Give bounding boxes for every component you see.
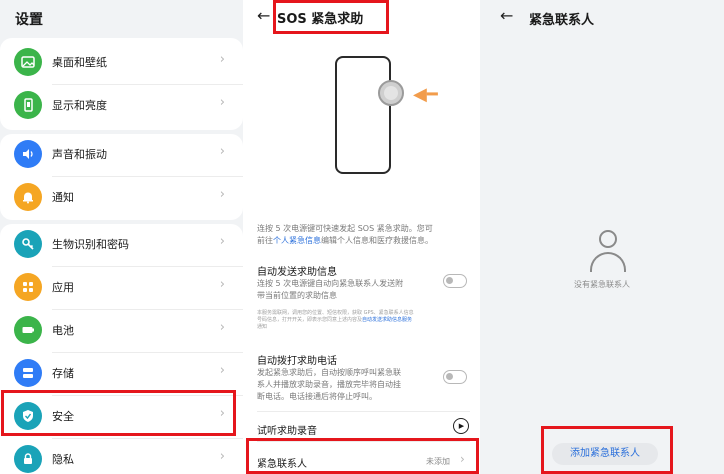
contacts-panel: ← 紧急联系人 没有紧急联系人 添加紧急联系人 — [480, 0, 724, 474]
divider — [257, 441, 470, 442]
back-arrow-icon[interactable]: ← — [500, 6, 513, 25]
key-icon — [14, 230, 42, 258]
sos-intro-line-1: 连按 5 次电源键可快速发起 SOS 紧急求助。您可 — [257, 224, 433, 233]
settings-item-label: 通知 — [52, 191, 74, 204]
settings-group-system: 生物识别和密码 › 应用 › 电池 › 存储 › 安全 › 隐私 › — [0, 224, 243, 474]
divider — [257, 411, 470, 412]
settings-panel: 设置 桌面和壁纸 › 显示和亮度 › 声音和振动 › 通知 › 生物识别和密码 … — [0, 0, 243, 474]
settings-item-privacy[interactable]: 隐私 › — [0, 439, 243, 474]
settings-item-security[interactable]: 安全 › — [0, 396, 243, 438]
phone-illustration — [335, 56, 391, 174]
settings-item-label: 桌面和壁纸 — [52, 56, 107, 69]
auto-call-toggle[interactable] — [443, 370, 467, 384]
settings-group-sound: 声音和振动 › 通知 › — [0, 134, 243, 220]
auto-call-desc: 发起紧急求助后，自动按顺序呼叫紧急联 系人并播放求助录音，播放完毕将自动挂 断电… — [257, 367, 447, 403]
settings-item-label: 安全 — [52, 410, 74, 423]
settings-item-display[interactable]: 显示和亮度 › — [0, 85, 243, 127]
listen-recording-label[interactable]: 试听求助录音 — [257, 422, 317, 437]
chevron-right-icon: › — [219, 277, 225, 292]
power-button-icon — [378, 80, 404, 106]
sos-panel: ← SOS 紧急求助 ◀━ 连按 5 次电源键可快速发起 SOS 紧急求助。您可… — [243, 0, 480, 474]
settings-item-label: 隐私 — [52, 453, 74, 466]
bell-icon — [14, 183, 42, 211]
settings-item-battery[interactable]: 电池 › — [0, 310, 243, 352]
auto-call-desc-line-2: 系人并播放求助录音，播放完毕将自动挂 — [257, 380, 401, 389]
add-emergency-contact-button[interactable]: 添加紧急联系人 — [552, 443, 658, 465]
shield-icon — [14, 402, 42, 430]
settings-group-display: 桌面和壁纸 › 显示和亮度 › — [0, 38, 243, 130]
settings-item-label: 存储 — [52, 367, 74, 380]
chevron-right-icon: › — [460, 452, 465, 466]
settings-title: 设置 — [15, 12, 43, 28]
settings-item-storage[interactable]: 存储 › — [0, 353, 243, 395]
play-icon[interactable]: ▶ — [453, 418, 469, 434]
chevron-right-icon: › — [219, 406, 225, 421]
auto-send-toggle[interactable] — [443, 274, 467, 288]
sos-intro-suffix: 编辑个人信息和医疗救援信息。 — [321, 236, 433, 245]
personal-emergency-info-link[interactable]: 个人紧急信息 — [273, 236, 321, 245]
auto-call-desc-line-3: 断电话。电话接通后将停止呼叫。 — [257, 392, 377, 401]
person-icon — [590, 230, 626, 274]
auto-send-desc-line-2: 带当前位置的求助信息 — [257, 291, 337, 300]
auto-send-desc-line-1: 连按 5 次电源键自动向紧急联系人发送附 — [257, 279, 404, 288]
phone-display-icon — [14, 91, 42, 119]
storage-icon — [14, 359, 42, 387]
sos-intro-prefix: 前往 — [257, 236, 273, 245]
apps-grid-icon — [14, 273, 42, 301]
fine-print-text: 号码信息，打开开关，即表示您同意上述内容及 — [257, 317, 363, 323]
arrow-left-icon: ◀━ — [413, 84, 438, 105]
fine-print-link[interactable]: 自动发送求助信息服务 — [362, 317, 412, 323]
settings-item-biometrics[interactable]: 生物识别和密码 › — [0, 224, 243, 266]
fine-print-line-2: 号码信息，打开开关，即表示您同意上述内容及自动发送求助信息服务 — [257, 317, 467, 324]
settings-item-apps[interactable]: 应用 › — [0, 267, 243, 309]
settings-item-notifications[interactable]: 通知 › — [0, 177, 243, 219]
chevron-right-icon: › — [219, 234, 225, 249]
battery-icon — [14, 316, 42, 344]
page-title: SOS 紧急求助 — [277, 12, 364, 27]
settings-item-label: 应用 — [52, 281, 74, 294]
empty-state-text: 没有紧急联系人 — [574, 280, 630, 289]
back-arrow-icon[interactable]: ← — [257, 6, 270, 25]
emergency-contacts-label[interactable]: 紧急联系人 — [257, 455, 307, 470]
auto-call-desc-line-1: 发起紧急求助后，自动按顺序呼叫紧急联 — [257, 368, 401, 377]
emergency-contacts-value: 未添加 — [426, 457, 450, 466]
settings-item-label: 声音和振动 — [52, 148, 107, 161]
page-title: 紧急联系人 — [529, 13, 595, 28]
auto-send-desc: 连按 5 次电源键自动向紧急联系人发送附 带当前位置的求助信息 — [257, 278, 447, 302]
settings-item-wallpaper[interactable]: 桌面和壁纸 › — [0, 42, 243, 84]
chevron-right-icon: › — [219, 144, 225, 159]
auto-send-title: 自动发送求助信息 — [257, 267, 337, 278]
settings-item-label: 生物识别和密码 — [52, 238, 129, 251]
image-icon — [14, 48, 42, 76]
sos-intro-line-2: 前往个人紧急信息编辑个人信息和医疗救援信息。 — [257, 235, 471, 247]
chevron-right-icon: › — [219, 52, 225, 67]
sos-intro: 连按 5 次电源键可快速发起 SOS 紧急求助。您可 前往个人紧急信息编辑个人信… — [257, 223, 471, 247]
chevron-right-icon: › — [219, 363, 225, 378]
settings-item-label: 电池 — [52, 324, 74, 337]
chevron-right-icon: › — [219, 95, 225, 110]
chevron-right-icon: › — [219, 187, 225, 202]
fine-print-line-1: 本服务需联网，调用您的位置、短信权限，获取 GPS、紧急联系人信息 — [257, 310, 414, 316]
fine-print-line-3: 通知 — [257, 324, 268, 330]
fine-print: 本服务需联网，调用您的位置、短信权限，获取 GPS、紧急联系人信息 号码信息，打… — [257, 310, 467, 331]
privacy-icon — [14, 445, 42, 473]
volume-icon — [14, 140, 42, 168]
chevron-right-icon: › — [219, 320, 225, 335]
settings-item-sound[interactable]: 声音和振动 › — [0, 134, 243, 176]
auto-call-title: 自动拨打求助电话 — [257, 356, 337, 367]
chevron-right-icon: › — [219, 449, 225, 464]
settings-item-label: 显示和亮度 — [52, 99, 107, 112]
